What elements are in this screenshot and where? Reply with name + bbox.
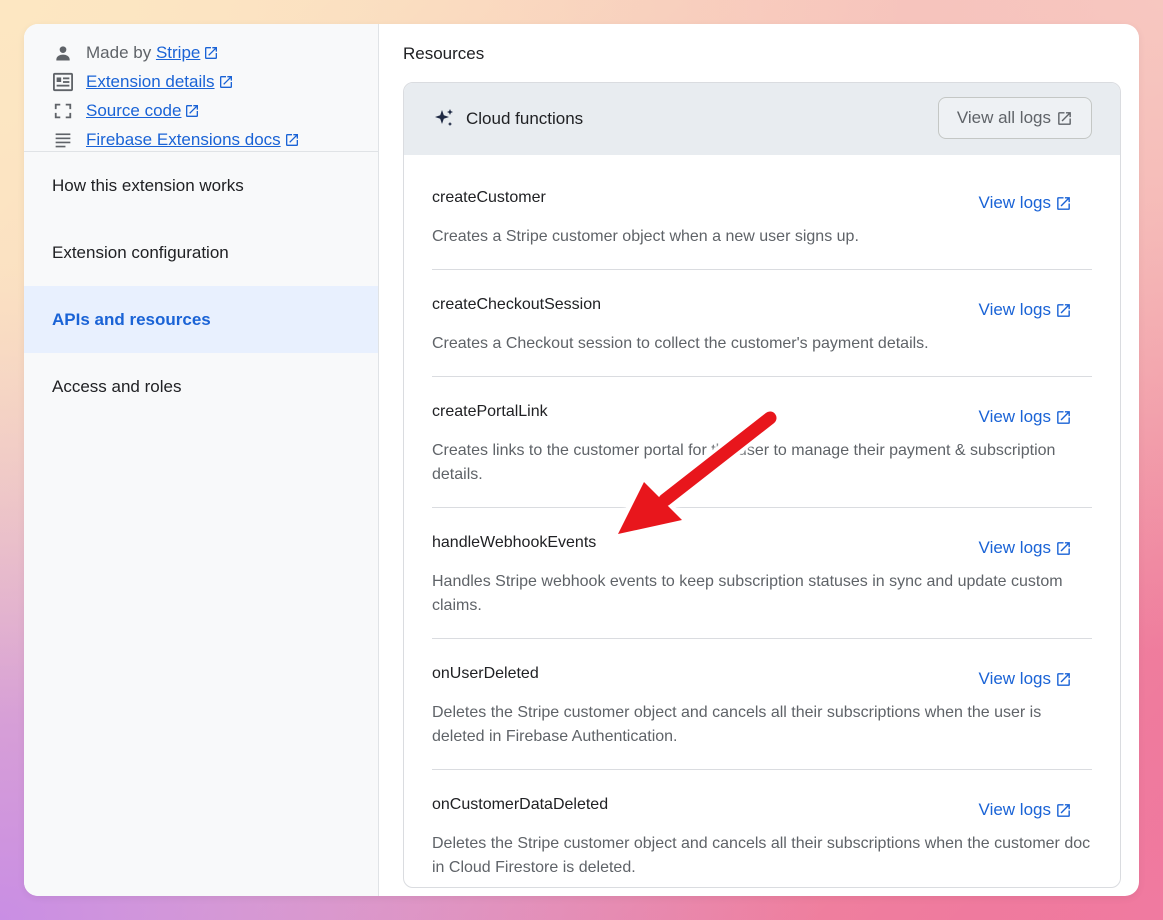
function-row: createCustomer View logs Creates a Strip…	[432, 163, 1092, 270]
view-logs-link[interactable]: View logs	[979, 193, 1072, 213]
extension-details-link[interactable]: Extension details	[86, 72, 215, 92]
function-description: Creates a Checkout session to collect th…	[432, 335, 929, 352]
view-all-logs-label: View all logs	[956, 108, 1051, 127]
main-content: Resources Cloud functions View all logs …	[379, 24, 1139, 896]
function-name: createCustomer	[432, 189, 546, 206]
nav-item-configuration[interactable]: Extension configuration	[24, 219, 378, 286]
person-icon	[52, 42, 74, 64]
external-link-icon	[203, 45, 219, 61]
external-link-icon	[1055, 540, 1072, 557]
view-logs-label: View logs	[978, 669, 1051, 688]
docs-row: Firebase Extensions docs	[52, 125, 378, 154]
nav-item-apis-resources[interactable]: APIs and resources	[24, 286, 378, 353]
function-name: onUserDeleted	[432, 665, 539, 682]
external-link-icon	[1055, 671, 1072, 688]
cloud-functions-panel: Cloud functions View all logs createCust…	[403, 82, 1121, 888]
extension-details-row: Extension details	[52, 67, 378, 96]
external-link-icon	[218, 74, 234, 90]
view-logs-link[interactable]: View logs	[979, 300, 1072, 320]
stripe-link[interactable]: Stripe	[156, 43, 200, 63]
external-link-icon	[284, 132, 300, 148]
function-description: Handles Stripe webhook events to keep su…	[432, 573, 1063, 614]
view-logs-link[interactable]: View logs	[979, 669, 1072, 689]
function-name: onCustomerDataDeleted	[432, 796, 609, 813]
function-name: handleWebhookEvents	[432, 534, 597, 551]
external-link-icon	[1055, 802, 1072, 819]
function-row: createCheckoutSession View logs Creates …	[432, 270, 1092, 377]
source-code-row: Source code	[52, 96, 378, 125]
view-logs-link[interactable]: View logs	[979, 407, 1072, 427]
view-logs-link[interactable]: View logs	[979, 538, 1072, 558]
made-by-row: Made by Stripe	[52, 38, 378, 67]
function-description: Creates links to the customer portal for…	[432, 442, 1056, 483]
nav-item-access-roles[interactable]: Access and roles	[24, 353, 378, 420]
view-logs-label: View logs	[978, 193, 1051, 212]
view-logs-label: View logs	[978, 538, 1051, 557]
nav-item-how-it-works[interactable]: How this extension works	[24, 152, 378, 219]
sparkle-icon	[432, 107, 456, 131]
function-row: createPortalLink View logs Creates links…	[432, 377, 1092, 508]
panel-title: Cloud functions	[466, 109, 584, 128]
source-code-link[interactable]: Source code	[86, 101, 181, 121]
sidebar: Made by Stripe Extension details Source …	[24, 24, 379, 896]
external-link-icon	[1056, 110, 1073, 127]
function-description: Creates a Stripe customer object when a …	[432, 228, 859, 245]
external-link-icon	[1055, 409, 1072, 426]
panel-header: Cloud functions View all logs	[404, 83, 1120, 155]
code-icon	[52, 100, 74, 122]
external-link-icon	[1055, 195, 1072, 212]
view-logs-link[interactable]: View logs	[979, 800, 1072, 820]
made-by-label: Made by	[86, 42, 152, 62]
page-title: Resources	[403, 44, 485, 63]
view-all-logs-button[interactable]: View all logs	[937, 97, 1092, 139]
extension-meta: Made by Stripe Extension details Source …	[24, 24, 378, 152]
extension-card: Made by Stripe Extension details Source …	[24, 24, 1139, 896]
docs-link[interactable]: Firebase Extensions docs	[86, 130, 281, 150]
function-name: createPortalLink	[432, 403, 548, 420]
details-icon	[52, 71, 74, 93]
external-link-icon	[1055, 302, 1072, 319]
function-row: handleWebhookEvents View logs Handles St…	[432, 508, 1092, 639]
view-logs-label: View logs	[978, 300, 1051, 319]
external-link-icon	[184, 103, 200, 119]
view-logs-label: View logs	[978, 800, 1051, 819]
function-row: onCustomerDataDeleted View logs Deletes …	[432, 770, 1092, 887]
view-logs-label: View logs	[978, 407, 1051, 426]
function-description: Deletes the Stripe customer object and c…	[432, 704, 1042, 745]
function-description: Deletes the Stripe customer object and c…	[432, 835, 1091, 876]
function-name: createCheckoutSession	[432, 296, 601, 313]
docs-icon	[52, 129, 74, 151]
function-row: onUserDeleted View logs Deletes the Stri…	[432, 639, 1092, 770]
